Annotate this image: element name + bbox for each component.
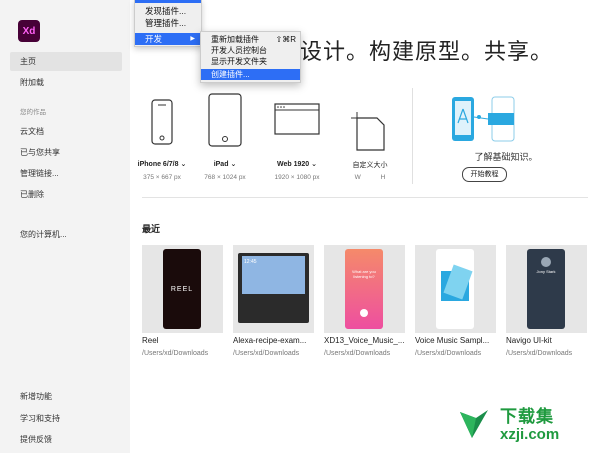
card-title[interactable]: Reel [142, 336, 158, 345]
custom-size-icon [351, 112, 385, 151]
card-title[interactable]: Alexa-recipe-exam... [233, 336, 306, 345]
tablet-icon [208, 93, 242, 147]
watermark-logo-icon [460, 410, 488, 438]
section-your-work: 您的作品 [20, 109, 46, 116]
chevron-down-icon[interactable]: ⌄ [311, 161, 317, 168]
chevron-down-icon[interactable]: ⌄ [180, 161, 186, 168]
sidebar-item-home[interactable]: 主页 [10, 52, 122, 71]
sidebar-item-cloud-docs[interactable]: 云文档 [10, 122, 122, 141]
preset-custom-inputs[interactable]: W H [340, 174, 400, 181]
card-title[interactable]: XD13_Voice_Music_... [324, 336, 405, 345]
menu-item-developer-console[interactable]: 开发人员控制台 [211, 45, 267, 56]
watermark: 下载集 xzji.com [452, 400, 598, 450]
sidebar-item-feedback[interactable]: 提供反馈 [10, 430, 122, 449]
menu-item-create-plugin[interactable]: 创建插件... [201, 69, 300, 80]
sidebar-item-deleted[interactable]: 已删除 [10, 185, 122, 204]
preset-custom-label: 自定义大小 [352, 162, 388, 169]
card-title[interactable]: Voice Music Sampl... [415, 336, 489, 345]
recent-card[interactable]: 12:45 [233, 245, 314, 333]
width-field[interactable]: W [355, 174, 361, 181]
card-path: /Users/xd/Downloads [233, 350, 300, 357]
card-path: /Users/xd/Downloads [415, 350, 482, 357]
preset-iphone-label[interactable]: iPhone 6/7/8 ⌄ [132, 160, 192, 168]
recent-card[interactable]: What are you listening to? [324, 245, 405, 333]
recent-heading: 最近 [142, 224, 161, 234]
preset-web-label[interactable]: Web 1920 ⌄ [267, 160, 327, 168]
chevron-down-icon[interactable]: ⌄ [230, 161, 236, 168]
preset-ipad-label[interactable]: iPad ⌄ [195, 160, 255, 168]
phone-icon [151, 99, 173, 145]
preset-web-dims: 1920 × 1080 px [274, 174, 320, 181]
sidebar-item-your-computer[interactable]: 您的计算机... [10, 225, 122, 244]
page-headline: 设计。构建原型。共享。 [300, 39, 554, 64]
card-path: /Users/xd/Downloads [142, 350, 209, 357]
divider [412, 88, 413, 184]
recent-card[interactable]: Jony Stark [506, 245, 587, 333]
start-tutorial-button[interactable]: 开始教程 [462, 167, 507, 182]
sidebar: Xd 主页 附加载 您的作品 云文档 已与您共享 管理链接... 已删除 您的计… [0, 0, 130, 453]
watermark-text: 下载集 [500, 407, 554, 426]
submenu-arrow-icon: ▶ [190, 36, 195, 42]
sidebar-item-shared[interactable]: 已与您共享 [10, 143, 122, 162]
learn-title: 了解基础知识。 [474, 152, 538, 162]
menu-item-reload-plugins[interactable]: 重新加载插件 [211, 34, 259, 45]
sidebar-item-whats-new[interactable]: 新增功能 [10, 387, 122, 406]
menu-item-create-plugin-label: 创建插件... [211, 70, 250, 79]
browser-icon [274, 103, 320, 135]
plugins-menu: 发现插件... 管理插件... 开发 ▶ [134, 0, 202, 47]
xd-logo: Xd [18, 20, 40, 42]
recent-card[interactable] [415, 245, 496, 333]
sidebar-item-add-on[interactable]: 附加载 [10, 73, 122, 92]
develop-submenu: 重新加载插件 ⇧⌘R 开发人员控制台 显示开发文件夹 创建插件... [200, 31, 301, 83]
menu-item-manage-plugins[interactable]: 管理插件... [145, 17, 186, 29]
watermark-url: xzji.com [500, 426, 560, 443]
sidebar-item-manage-links[interactable]: 管理链接... [10, 164, 122, 183]
card-screen-text: REEL [170, 285, 194, 293]
preset-ipad-dims: 768 × 1024 px [204, 174, 246, 181]
card-screen-text: What are you listening to? [352, 269, 376, 279]
card-title[interactable]: Navigo UI-kit [506, 336, 552, 345]
recent-card[interactable]: REEL [142, 245, 223, 333]
menu-item-develop-label: 开发 [145, 34, 163, 44]
card-path: /Users/xd/Downloads [324, 350, 391, 357]
divider [142, 197, 588, 198]
menu-item-develop[interactable]: 开发 ▶ [135, 33, 201, 45]
menu-item-discover-plugins[interactable]: 发现插件... [145, 5, 186, 17]
menu-item-show-dev-folder[interactable]: 显示开发文件夹 [211, 56, 267, 67]
card-screen-text: Jony Stark [536, 269, 556, 274]
tutorial-illustration [452, 96, 515, 142]
preset-iphone-dims: 375 × 667 px [143, 174, 181, 181]
sidebar-item-learn-support[interactable]: 学习和支持 [10, 409, 122, 428]
card-path: /Users/xd/Downloads [506, 350, 573, 357]
height-field[interactable]: H [381, 174, 386, 181]
card-screen-text: 12:45 [244, 259, 257, 265]
shortcut-reload: ⇧⌘R [275, 35, 296, 44]
